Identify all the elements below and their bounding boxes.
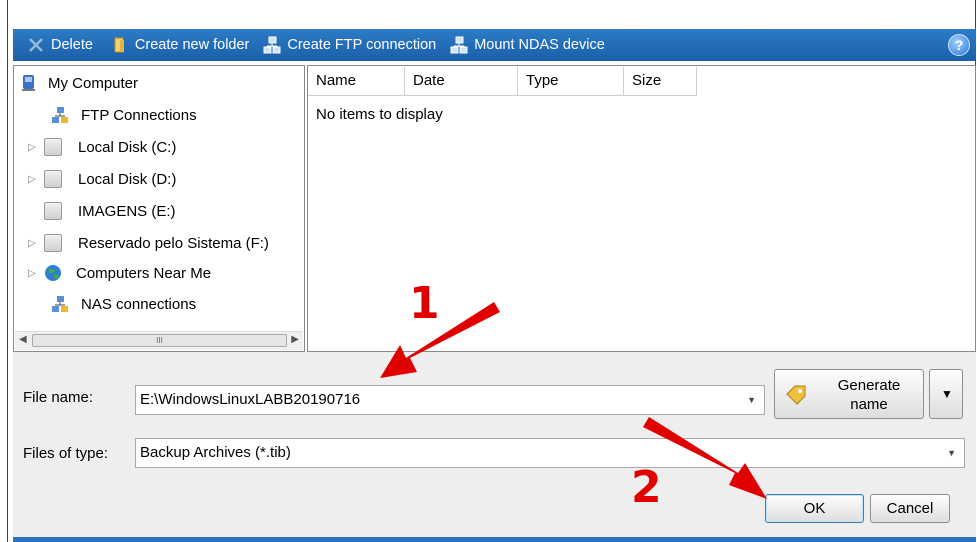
globe-icon bbox=[44, 264, 62, 282]
files-of-type-select[interactable]: Backup Archives (*.tib) ▼ bbox=[135, 438, 965, 468]
generate-name-button[interactable]: Generate name bbox=[774, 369, 924, 419]
file-name-label: File name: bbox=[23, 389, 94, 406]
tree-item-label: IMAGENS (E:) bbox=[78, 202, 176, 220]
disk-icon bbox=[44, 170, 62, 188]
disk-icon bbox=[44, 138, 62, 156]
annotation-arrow-1 bbox=[380, 302, 500, 378]
column-header-date[interactable]: Date bbox=[405, 67, 518, 96]
toolbar: Delete Create new folder Create FTP conn… bbox=[13, 29, 976, 61]
generate-options-button[interactable]: ▼ bbox=[929, 369, 963, 419]
computer-icon bbox=[20, 74, 38, 92]
delete-label: Delete bbox=[51, 37, 93, 53]
tree-item-local-disk-d[interactable]: ▷ Local Disk (D:) bbox=[28, 164, 176, 194]
horizontal-scrollbar[interactable]: ◀ III ▶ bbox=[15, 331, 303, 350]
expand-arrow-icon[interactable]: ▷ bbox=[28, 174, 38, 185]
tree-item-label: NAS connections bbox=[81, 295, 197, 313]
create-new-folder-label: Create new folder bbox=[134, 37, 250, 53]
create-ftp-connection-button[interactable]: Create FTP connection bbox=[263, 36, 436, 54]
tree-item-reservado-f[interactable]: ▷ Reservado pelo Sistema (F:) bbox=[28, 228, 269, 258]
disk-icon bbox=[44, 234, 62, 252]
tree-item-label: My Computer bbox=[48, 74, 139, 92]
scroll-thumb[interactable]: III bbox=[32, 334, 287, 347]
tree-item-label: Local Disk (D:) bbox=[78, 170, 177, 188]
tree-item-label: Reservado pelo Sistema (F:) bbox=[78, 234, 269, 252]
network-icon bbox=[51, 295, 69, 313]
files-of-type-value: Backup Archives (*.tib) bbox=[140, 444, 291, 461]
create-ftp-connection-label: Create FTP connection bbox=[287, 37, 437, 53]
annotation-arrow-2 bbox=[643, 417, 767, 499]
network-icon bbox=[450, 36, 468, 54]
delete-icon bbox=[27, 36, 45, 54]
tree-item-nas-connections[interactable]: NAS connections bbox=[51, 289, 196, 319]
tree-item-my-computer[interactable]: My Computer bbox=[20, 68, 138, 98]
tree-item-ftp-connections[interactable]: FTP Connections bbox=[51, 100, 197, 130]
tree-item-label: FTP Connections bbox=[81, 106, 197, 124]
column-header-name[interactable]: Name bbox=[308, 67, 405, 96]
tag-icon bbox=[785, 384, 807, 410]
expand-arrow-icon[interactable]: ▷ bbox=[28, 238, 38, 249]
empty-list-message: No items to display bbox=[316, 106, 443, 123]
tree-item-label: Computers Near Me bbox=[76, 264, 212, 282]
tree-item-imagens-e[interactable]: IMAGENS (E:) bbox=[44, 196, 176, 226]
generate-name-label-line1: Generate bbox=[837, 377, 901, 394]
ok-button[interactable]: OK bbox=[765, 494, 864, 523]
scroll-right-icon[interactable]: ▶ bbox=[291, 334, 299, 345]
network-icon bbox=[51, 106, 69, 124]
folder-icon bbox=[111, 36, 129, 54]
network-icon bbox=[263, 36, 281, 54]
create-new-folder-button[interactable]: Create new folder bbox=[111, 36, 249, 54]
column-header-size[interactable]: Size bbox=[624, 67, 697, 96]
expand-arrow-icon[interactable]: ▷ bbox=[28, 142, 38, 153]
dropdown-arrow-icon[interactable]: ▼ bbox=[747, 386, 756, 414]
column-header-type[interactable]: Type bbox=[518, 67, 624, 96]
mount-ndas-device-button[interactable]: Mount NDAS device bbox=[450, 36, 605, 54]
mount-ndas-device-label: Mount NDAS device bbox=[474, 37, 605, 53]
tree-item-local-disk-c[interactable]: ▷ Local Disk (C:) bbox=[28, 132, 176, 162]
expand-arrow-icon[interactable]: ▷ bbox=[28, 268, 38, 279]
chevron-down-icon: ▼ bbox=[941, 387, 953, 401]
files-of-type-label: Files of type: bbox=[23, 445, 109, 462]
disk-icon bbox=[44, 202, 62, 220]
cancel-button[interactable]: Cancel bbox=[870, 494, 950, 523]
bottom-accent-bar bbox=[13, 537, 976, 542]
scroll-left-icon[interactable]: ◀ bbox=[19, 334, 27, 345]
tree-item-computers-near-me[interactable]: ▷ Computers Near Me bbox=[28, 258, 211, 288]
folder-tree[interactable]: My Computer FTP Connections ▷ Local Disk… bbox=[13, 65, 305, 352]
delete-button[interactable]: Delete bbox=[27, 36, 93, 54]
help-icon[interactable]: ? bbox=[948, 34, 970, 56]
file-name-value: E:\WindowsLinuxLABB20190716 bbox=[140, 391, 361, 408]
dropdown-arrow-icon[interactable]: ▼ bbox=[947, 439, 956, 467]
tree-item-label: Local Disk (C:) bbox=[78, 138, 177, 156]
generate-name-label-line2: name bbox=[850, 396, 888, 413]
